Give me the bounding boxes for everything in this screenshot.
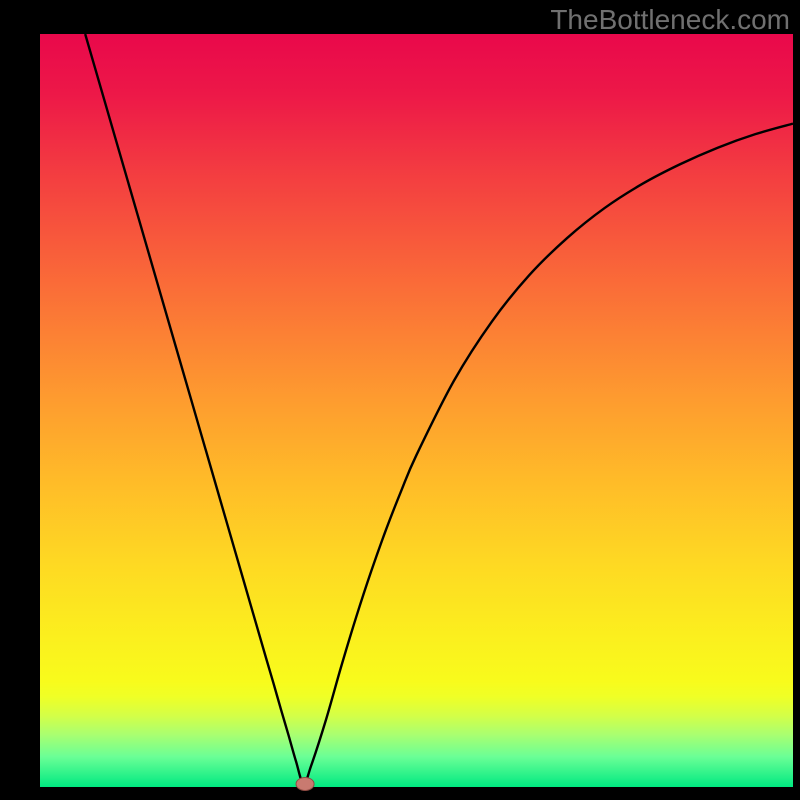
minimum-marker [296,777,314,790]
bottleneck-chart [0,0,800,800]
chart-container: TheBottleneck.com [0,0,800,800]
watermark-text: TheBottleneck.com [550,4,790,36]
plot-background [40,34,793,787]
